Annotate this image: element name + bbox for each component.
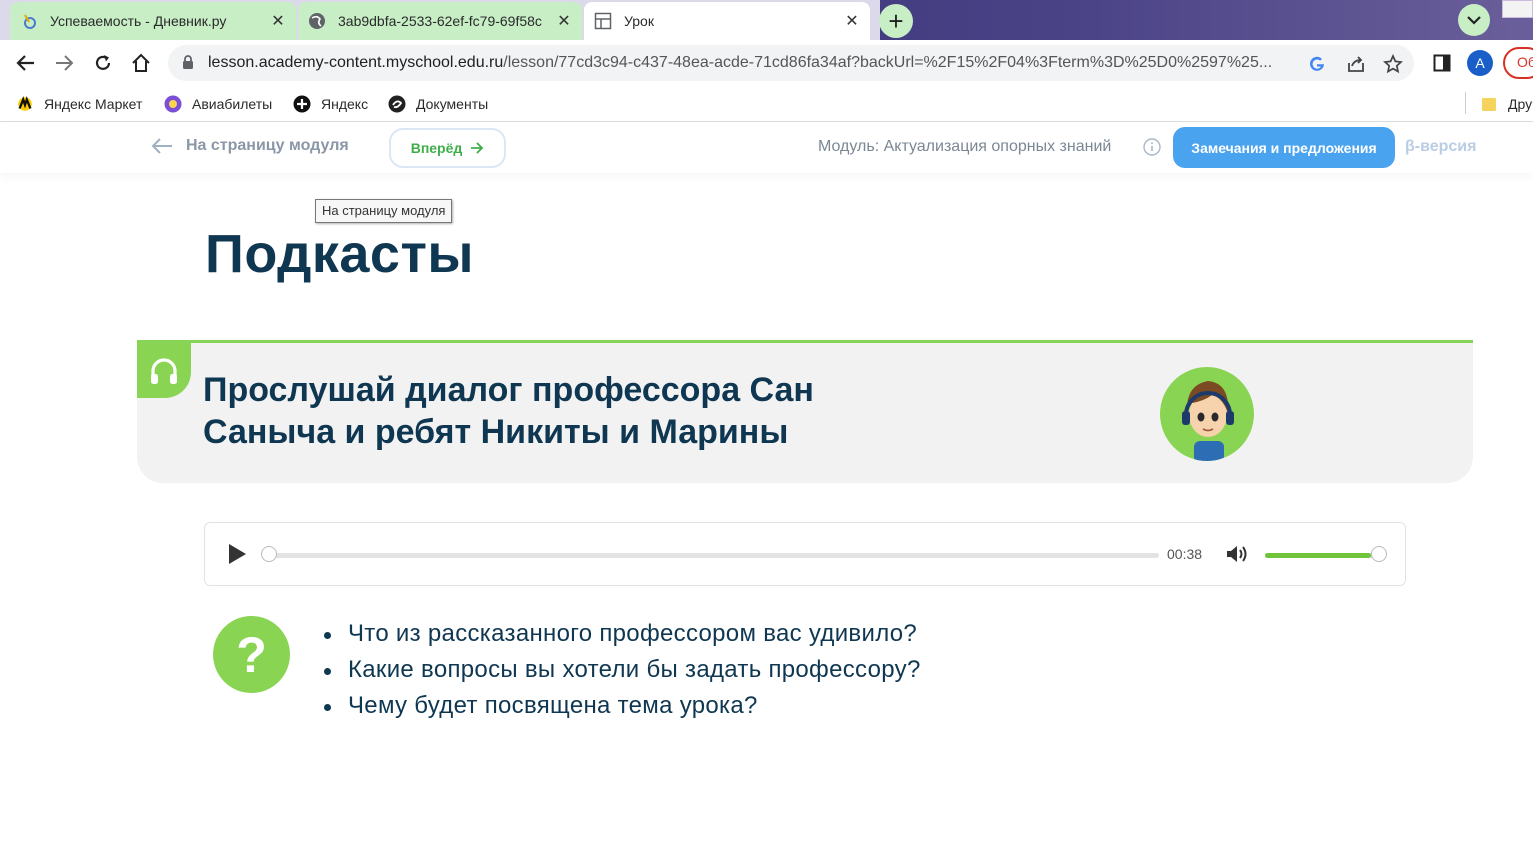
page-layout-icon xyxy=(594,12,612,30)
close-icon[interactable]: ✕ xyxy=(270,11,286,31)
reload-icon xyxy=(95,55,111,70)
list-item: Какие вопросы вы хотели бы задать профес… xyxy=(322,652,921,688)
headphones-badge xyxy=(137,343,191,398)
bookmark-documents[interactable]: Документы xyxy=(388,92,488,116)
info-icon[interactable] xyxy=(1143,138,1161,161)
tab-title: Успеваемость - Дневник.ру xyxy=(50,13,227,29)
folder-icon xyxy=(1480,95,1498,113)
bookmark-other[interactable]: Дру xyxy=(1480,92,1532,116)
reload-button[interactable] xyxy=(88,48,118,78)
bookmark-yandex-market[interactable]: Яндекс Маркет xyxy=(16,92,142,116)
podcast-card: Прослушай диалог профессора Сан Саныча и… xyxy=(137,340,1473,483)
yandex-market-icon xyxy=(16,95,34,113)
close-icon[interactable]: ✕ xyxy=(556,11,572,31)
bookmark-label: Яндекс Маркет xyxy=(44,96,143,112)
progress-handle[interactable] xyxy=(261,546,277,562)
dnevnik-favicon-icon xyxy=(20,12,38,30)
tooltip: На страницу модуля xyxy=(315,199,453,223)
lesson-top-nav: На страницу модуля Вперёд Модуль: Актуал… xyxy=(0,123,1533,173)
forward-label: Вперёд xyxy=(410,140,463,156)
module-name: Модуль: Актуализация опорных знаний xyxy=(818,138,1112,155)
bookmark-flights[interactable]: Авиабилеты xyxy=(164,92,272,116)
browser-tab-lesson[interactable]: Урок ✕ xyxy=(584,2,870,40)
arrow-right-icon xyxy=(56,55,74,71)
chevron-down-icon xyxy=(1467,16,1481,25)
lesson-page: На страницу модуля Вперёд Модуль: Актуал… xyxy=(0,123,1533,864)
bookmark-yandex[interactable]: Яндекс xyxy=(293,92,368,116)
flights-icon xyxy=(164,95,182,113)
bookmark-label: Яндекс xyxy=(321,96,369,112)
headphones-icon xyxy=(151,357,177,384)
documents-icon xyxy=(388,95,406,113)
side-panel-button[interactable] xyxy=(1430,48,1454,78)
avatar: A xyxy=(1467,50,1493,76)
profile-button[interactable]: A xyxy=(1466,48,1494,78)
globe-icon xyxy=(308,12,326,30)
arrow-left-icon xyxy=(151,138,172,154)
url-path: /lesson/77cd3c94-c437-48ea-acde-71cd86fa… xyxy=(503,54,1273,71)
arrow-left-icon xyxy=(16,55,34,71)
podcast-title: Прослушай диалог профессора Сан Саныча и… xyxy=(203,371,814,451)
volume-handle[interactable] xyxy=(1371,546,1388,562)
volume-button[interactable] xyxy=(1225,543,1249,570)
arrow-right-icon xyxy=(471,142,484,154)
volume-slider[interactable] xyxy=(1265,553,1377,558)
google-translate-icon[interactable] xyxy=(1306,53,1328,75)
question-icon: ? xyxy=(213,616,290,693)
page-title: Подкасты xyxy=(205,224,475,284)
progress-bar[interactable] xyxy=(267,553,1159,558)
tab-title: 3ab9dbfa-2533-62ef-fc79-69f58c xyxy=(338,13,542,29)
address-bar[interactable]: lesson.academy-content.myschool.edu.ru/l… xyxy=(168,45,1414,81)
volume-level xyxy=(1265,553,1372,558)
feedback-button[interactable]: Замечания и предложения xyxy=(1173,127,1395,168)
browser-tab-dnevnik[interactable]: Успеваемость - Дневник.ру ✕ xyxy=(10,2,296,40)
lock-icon[interactable] xyxy=(182,55,194,75)
forward-button[interactable]: Вперёд xyxy=(389,128,506,168)
bookmarks-divider xyxy=(1465,92,1466,114)
home-icon xyxy=(132,53,150,72)
tab-search-button[interactable] xyxy=(1458,4,1490,36)
back-to-module-link[interactable]: На страницу модуля xyxy=(150,136,349,156)
forward-button[interactable] xyxy=(49,48,79,78)
boy-with-headphones-avatar xyxy=(1160,367,1254,461)
play-icon xyxy=(229,544,246,564)
back-button[interactable] xyxy=(11,48,41,78)
discussion-questions: Что из рассказанного профессором вас уди… xyxy=(322,616,921,724)
bookmark-label: Дру xyxy=(1508,96,1533,112)
window-control[interactable] xyxy=(1502,0,1533,18)
time-display: 00:38 xyxy=(1167,546,1203,562)
home-button[interactable] xyxy=(126,48,156,78)
yandex-icon xyxy=(293,95,311,113)
side-panel-icon xyxy=(1433,54,1451,72)
star-icon[interactable] xyxy=(1382,53,1404,75)
audio-player: 00:38 xyxy=(204,522,1406,586)
close-icon[interactable]: ✕ xyxy=(844,11,860,31)
new-tab-button[interactable]: + xyxy=(879,4,913,38)
list-item: Чему будет посвящена тема урока? xyxy=(322,688,921,724)
speaker-icon xyxy=(1227,546,1247,562)
url-text[interactable]: lesson.academy-content.myschool.edu.ru/l… xyxy=(208,54,1298,72)
browser-tab-strip: Успеваемость - Дневник.ру ✕ 3ab9dbfa-253… xyxy=(0,0,1533,40)
browser-toolbar: lesson.academy-content.myschool.edu.ru/l… xyxy=(0,40,1533,86)
bookmarks-bar: Яндекс Маркет Авиабилеты Яндекс Документ… xyxy=(0,86,1533,122)
back-link-label: На страницу модуля xyxy=(186,137,349,154)
browser-tab-uuid[interactable]: 3ab9dbfa-2533-62ef-fc79-69f58c ✕ xyxy=(298,2,582,40)
tab-title: Урок xyxy=(624,13,654,29)
list-item: Что из рассказанного профессором вас уди… xyxy=(322,616,921,652)
share-icon[interactable] xyxy=(1345,53,1367,75)
bookmark-label: Документы xyxy=(416,96,489,112)
url-host: lesson.academy-content.myschool.edu.ru xyxy=(208,54,504,71)
beta-label: β-версия xyxy=(1405,138,1477,155)
profile-pill[interactable]: Об xyxy=(1503,47,1533,79)
bookmark-label: Авиабилеты xyxy=(192,96,273,112)
play-button[interactable] xyxy=(227,543,247,570)
